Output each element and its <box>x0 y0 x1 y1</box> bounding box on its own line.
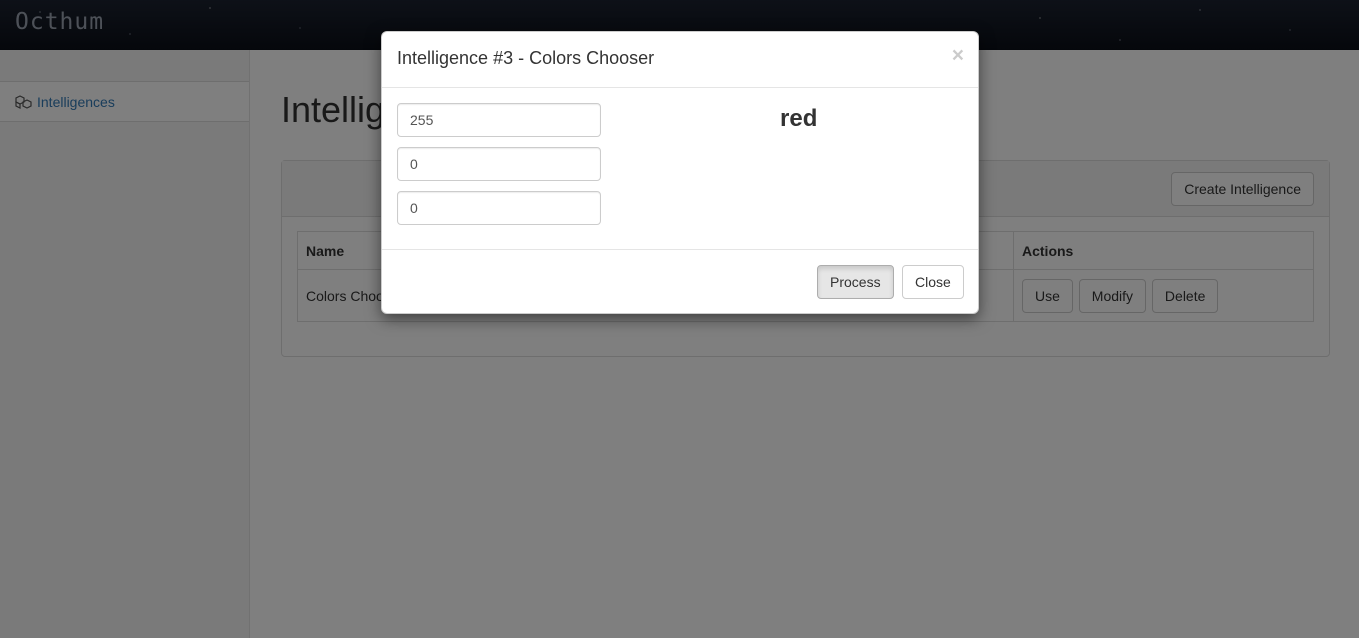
red-value-input[interactable] <box>397 103 601 137</box>
close-button[interactable]: Close <box>902 265 964 299</box>
close-icon[interactable]: × <box>952 45 964 66</box>
result-label: red <box>780 105 818 132</box>
colors-chooser-modal: Intelligence #3 - Colors Chooser × red P… <box>381 31 979 314</box>
process-button[interactable]: Process <box>817 265 894 299</box>
modal-header: Intelligence #3 - Colors Chooser × <box>382 32 978 88</box>
modal-title: Intelligence #3 - Colors Chooser <box>397 48 655 68</box>
modal-body: red <box>382 88 978 250</box>
blue-value-input[interactable] <box>397 191 601 225</box>
modal-footer: Process Close <box>382 250 978 314</box>
green-value-input[interactable] <box>397 147 601 181</box>
